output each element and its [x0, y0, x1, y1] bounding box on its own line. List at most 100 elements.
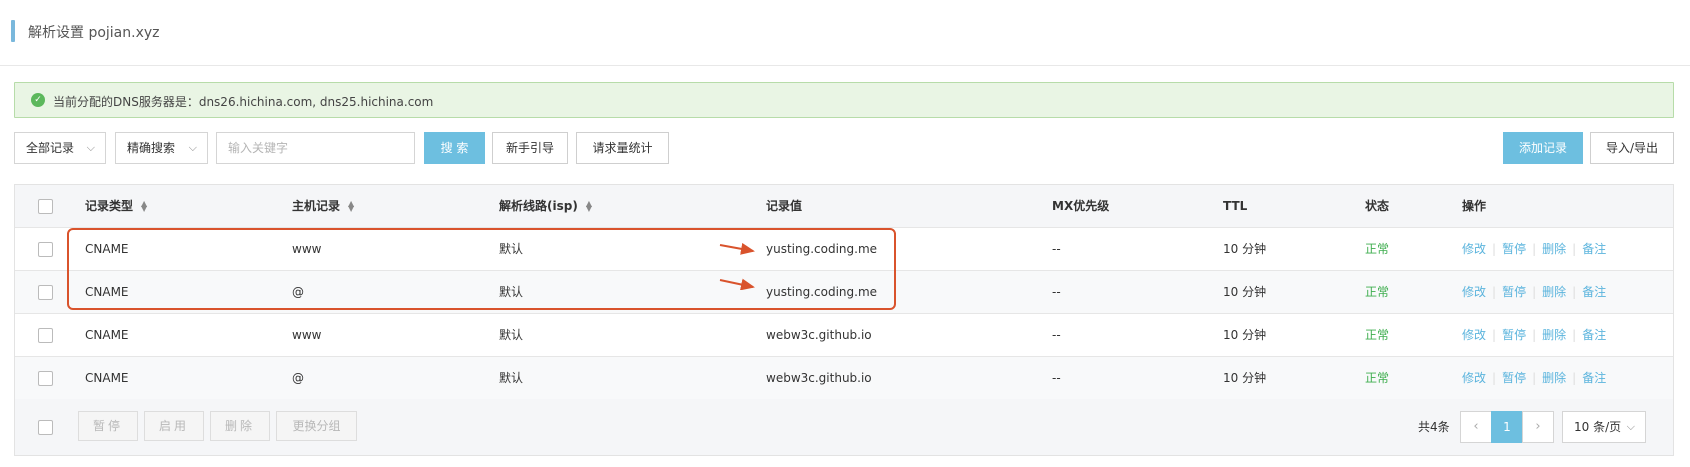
change-group-button[interactable]: 更换分组 — [276, 411, 357, 441]
column-header-status: 状态 — [1365, 199, 1390, 213]
record-value: webw3c.github.io — [766, 328, 872, 342]
host-record: www — [292, 242, 322, 256]
edit-link[interactable]: 修改 — [1462, 285, 1486, 299]
mx-priority: -- — [1052, 371, 1061, 385]
add-record-button[interactable]: 添加记录 — [1503, 132, 1583, 164]
column-header-value: 记录值 — [766, 199, 803, 213]
status-badge: 正常 — [1365, 242, 1390, 256]
record-filter-select[interactable]: 全部记录 ⌵ — [14, 132, 106, 164]
page-header: 解析设置 pojian.xyz — [0, 0, 1690, 66]
separator: | — [1572, 371, 1577, 385]
pause-link[interactable]: 暂停 — [1502, 242, 1526, 256]
page-title: 解析设置 pojian.xyz — [28, 25, 160, 41]
delete-link[interactable]: 删除 — [1542, 328, 1566, 342]
table-row: CNAME @ 默认 yusting.coding.me -- 10 分钟 正常… — [15, 271, 1673, 314]
edit-link[interactable]: 修改 — [1462, 328, 1486, 342]
pause-link[interactable]: 暂停 — [1502, 328, 1526, 342]
delete-link[interactable]: 删除 — [1542, 371, 1566, 385]
row-actions: 修改 | 暂停 | 删除 | 备注 — [1462, 357, 1606, 400]
sort-icon: ▲ ▼ — [585, 198, 592, 213]
row-actions: 修改 | 暂停 | 删除 | 备注 — [1462, 314, 1606, 357]
title-accent-bar — [11, 20, 15, 42]
note-link[interactable]: 备注 — [1582, 328, 1606, 342]
chevron-down-icon: ⌵ — [1626, 420, 1635, 433]
ttl-value: 10 分钟 — [1223, 328, 1267, 342]
page-number-button[interactable]: 1 — [1491, 411, 1523, 443]
toolbar: 全部记录 ⌵ 精确搜索 ⌵ 搜 索 新手引导 请求量统计 添加记录 导入/导出 — [14, 132, 1674, 166]
column-header-mx: MX优先级 — [1052, 199, 1110, 213]
table-footer: 暂停 启用 删除 更换分组 共4条 ‹ 1 › 10 条/页 ⌵ — [15, 399, 1673, 455]
column-header-line[interactable]: 解析线路(isp) ▲ ▼ — [499, 185, 592, 228]
separator: | — [1532, 285, 1537, 299]
record-filter-value: 全部记录 — [26, 141, 75, 155]
bulk-enable-button[interactable]: 启用 — [144, 411, 204, 441]
ttl-value: 10 分钟 — [1223, 371, 1267, 385]
row-checkbox[interactable] — [38, 371, 53, 386]
search-mode-value: 精确搜索 — [127, 141, 176, 155]
resolve-line: 默认 — [499, 328, 524, 342]
column-header-ops: 操作 — [1462, 199, 1487, 213]
chevron-right-icon: › — [1535, 419, 1541, 434]
dns-server-banner: ✓ 当前分配的DNS服务器是：dns26.hichina.com, dns25.… — [14, 82, 1674, 118]
dns-records-table: 记录类型 ▲ ▼ 主机记录 ▲ ▼ 解析线路(isp) ▲ ▼ 记录值 MX优先级 TTL … — [14, 184, 1674, 456]
column-header-ttl: TTL — [1223, 199, 1248, 213]
prev-page-button[interactable]: ‹ — [1460, 411, 1492, 443]
delete-link[interactable]: 删除 — [1542, 242, 1566, 256]
note-link[interactable]: 备注 — [1582, 371, 1606, 385]
table-header-row: 记录类型 ▲ ▼ 主机记录 ▲ ▼ 解析线路(isp) ▲ ▼ 记录值 MX优先级 TTL … — [15, 185, 1673, 228]
row-checkbox[interactable] — [38, 285, 53, 300]
separator: | — [1532, 371, 1537, 385]
host-record: @ — [292, 371, 304, 385]
import-export-button[interactable]: 导入/导出 — [1590, 132, 1674, 164]
separator: | — [1492, 371, 1497, 385]
separator: | — [1492, 242, 1497, 256]
search-input[interactable] — [216, 132, 415, 164]
column-header-host[interactable]: 主机记录 ▲ ▼ — [292, 185, 354, 228]
separator: | — [1492, 328, 1497, 342]
record-type: CNAME — [85, 328, 129, 342]
row-actions: 修改 | 暂停 | 删除 | 备注 — [1462, 228, 1606, 271]
chevron-left-icon: ‹ — [1473, 419, 1479, 434]
edit-link[interactable]: 修改 — [1462, 242, 1486, 256]
search-button[interactable]: 搜 索 — [424, 132, 485, 164]
dns-server-text: 当前分配的DNS服务器是：dns26.hichina.com, dns25.hi… — [53, 95, 434, 109]
column-header-type[interactable]: 记录类型 ▲ ▼ — [85, 185, 147, 228]
bulk-pause-button[interactable]: 暂停 — [78, 411, 138, 441]
beginner-guide-button[interactable]: 新手引导 — [492, 132, 568, 164]
row-actions: 修改 | 暂停 | 删除 | 备注 — [1462, 271, 1606, 314]
page-size-value: 10 条/页 — [1574, 420, 1622, 434]
ttl-value: 10 分钟 — [1223, 242, 1267, 256]
row-checkbox[interactable] — [38, 242, 53, 257]
bulk-delete-button[interactable]: 删除 — [210, 411, 270, 441]
edit-link[interactable]: 修改 — [1462, 371, 1486, 385]
total-count: 共4条 — [1418, 420, 1450, 434]
delete-link[interactable]: 删除 — [1542, 285, 1566, 299]
record-value: yusting.coding.me — [766, 285, 878, 299]
select-all-checkbox[interactable] — [38, 199, 53, 214]
separator: | — [1572, 242, 1577, 256]
page-size-select[interactable]: 10 条/页 ⌵ — [1562, 411, 1646, 443]
row-checkbox[interactable] — [38, 328, 53, 343]
table-row: CNAME www 默认 webw3c.github.io -- 10 分钟 正… — [15, 314, 1673, 357]
mx-priority: -- — [1052, 242, 1061, 256]
resolve-line: 默认 — [499, 371, 524, 385]
pause-link[interactable]: 暂停 — [1502, 371, 1526, 385]
note-link[interactable]: 备注 — [1582, 242, 1606, 256]
note-link[interactable]: 备注 — [1582, 285, 1606, 299]
search-mode-select[interactable]: 精确搜索 ⌵ — [115, 132, 208, 164]
footer-select-all-checkbox[interactable] — [38, 420, 53, 435]
resolve-line: 默认 — [499, 285, 524, 299]
next-page-button[interactable]: › — [1522, 411, 1554, 443]
separator: | — [1572, 285, 1577, 299]
table-row: CNAME www 默认 yusting.coding.me -- 10 分钟 … — [15, 228, 1673, 271]
status-badge: 正常 — [1365, 285, 1390, 299]
table-row: CNAME @ 默认 webw3c.github.io -- 10 分钟 正常 … — [15, 357, 1673, 400]
sort-icon: ▲ ▼ — [141, 198, 148, 213]
check-circle-icon: ✓ — [31, 93, 45, 107]
host-record: www — [292, 328, 322, 342]
record-type: CNAME — [85, 371, 129, 385]
status-badge: 正常 — [1365, 328, 1390, 342]
request-stats-button[interactable]: 请求量统计 — [576, 132, 669, 164]
record-value: webw3c.github.io — [766, 371, 872, 385]
pause-link[interactable]: 暂停 — [1502, 285, 1526, 299]
